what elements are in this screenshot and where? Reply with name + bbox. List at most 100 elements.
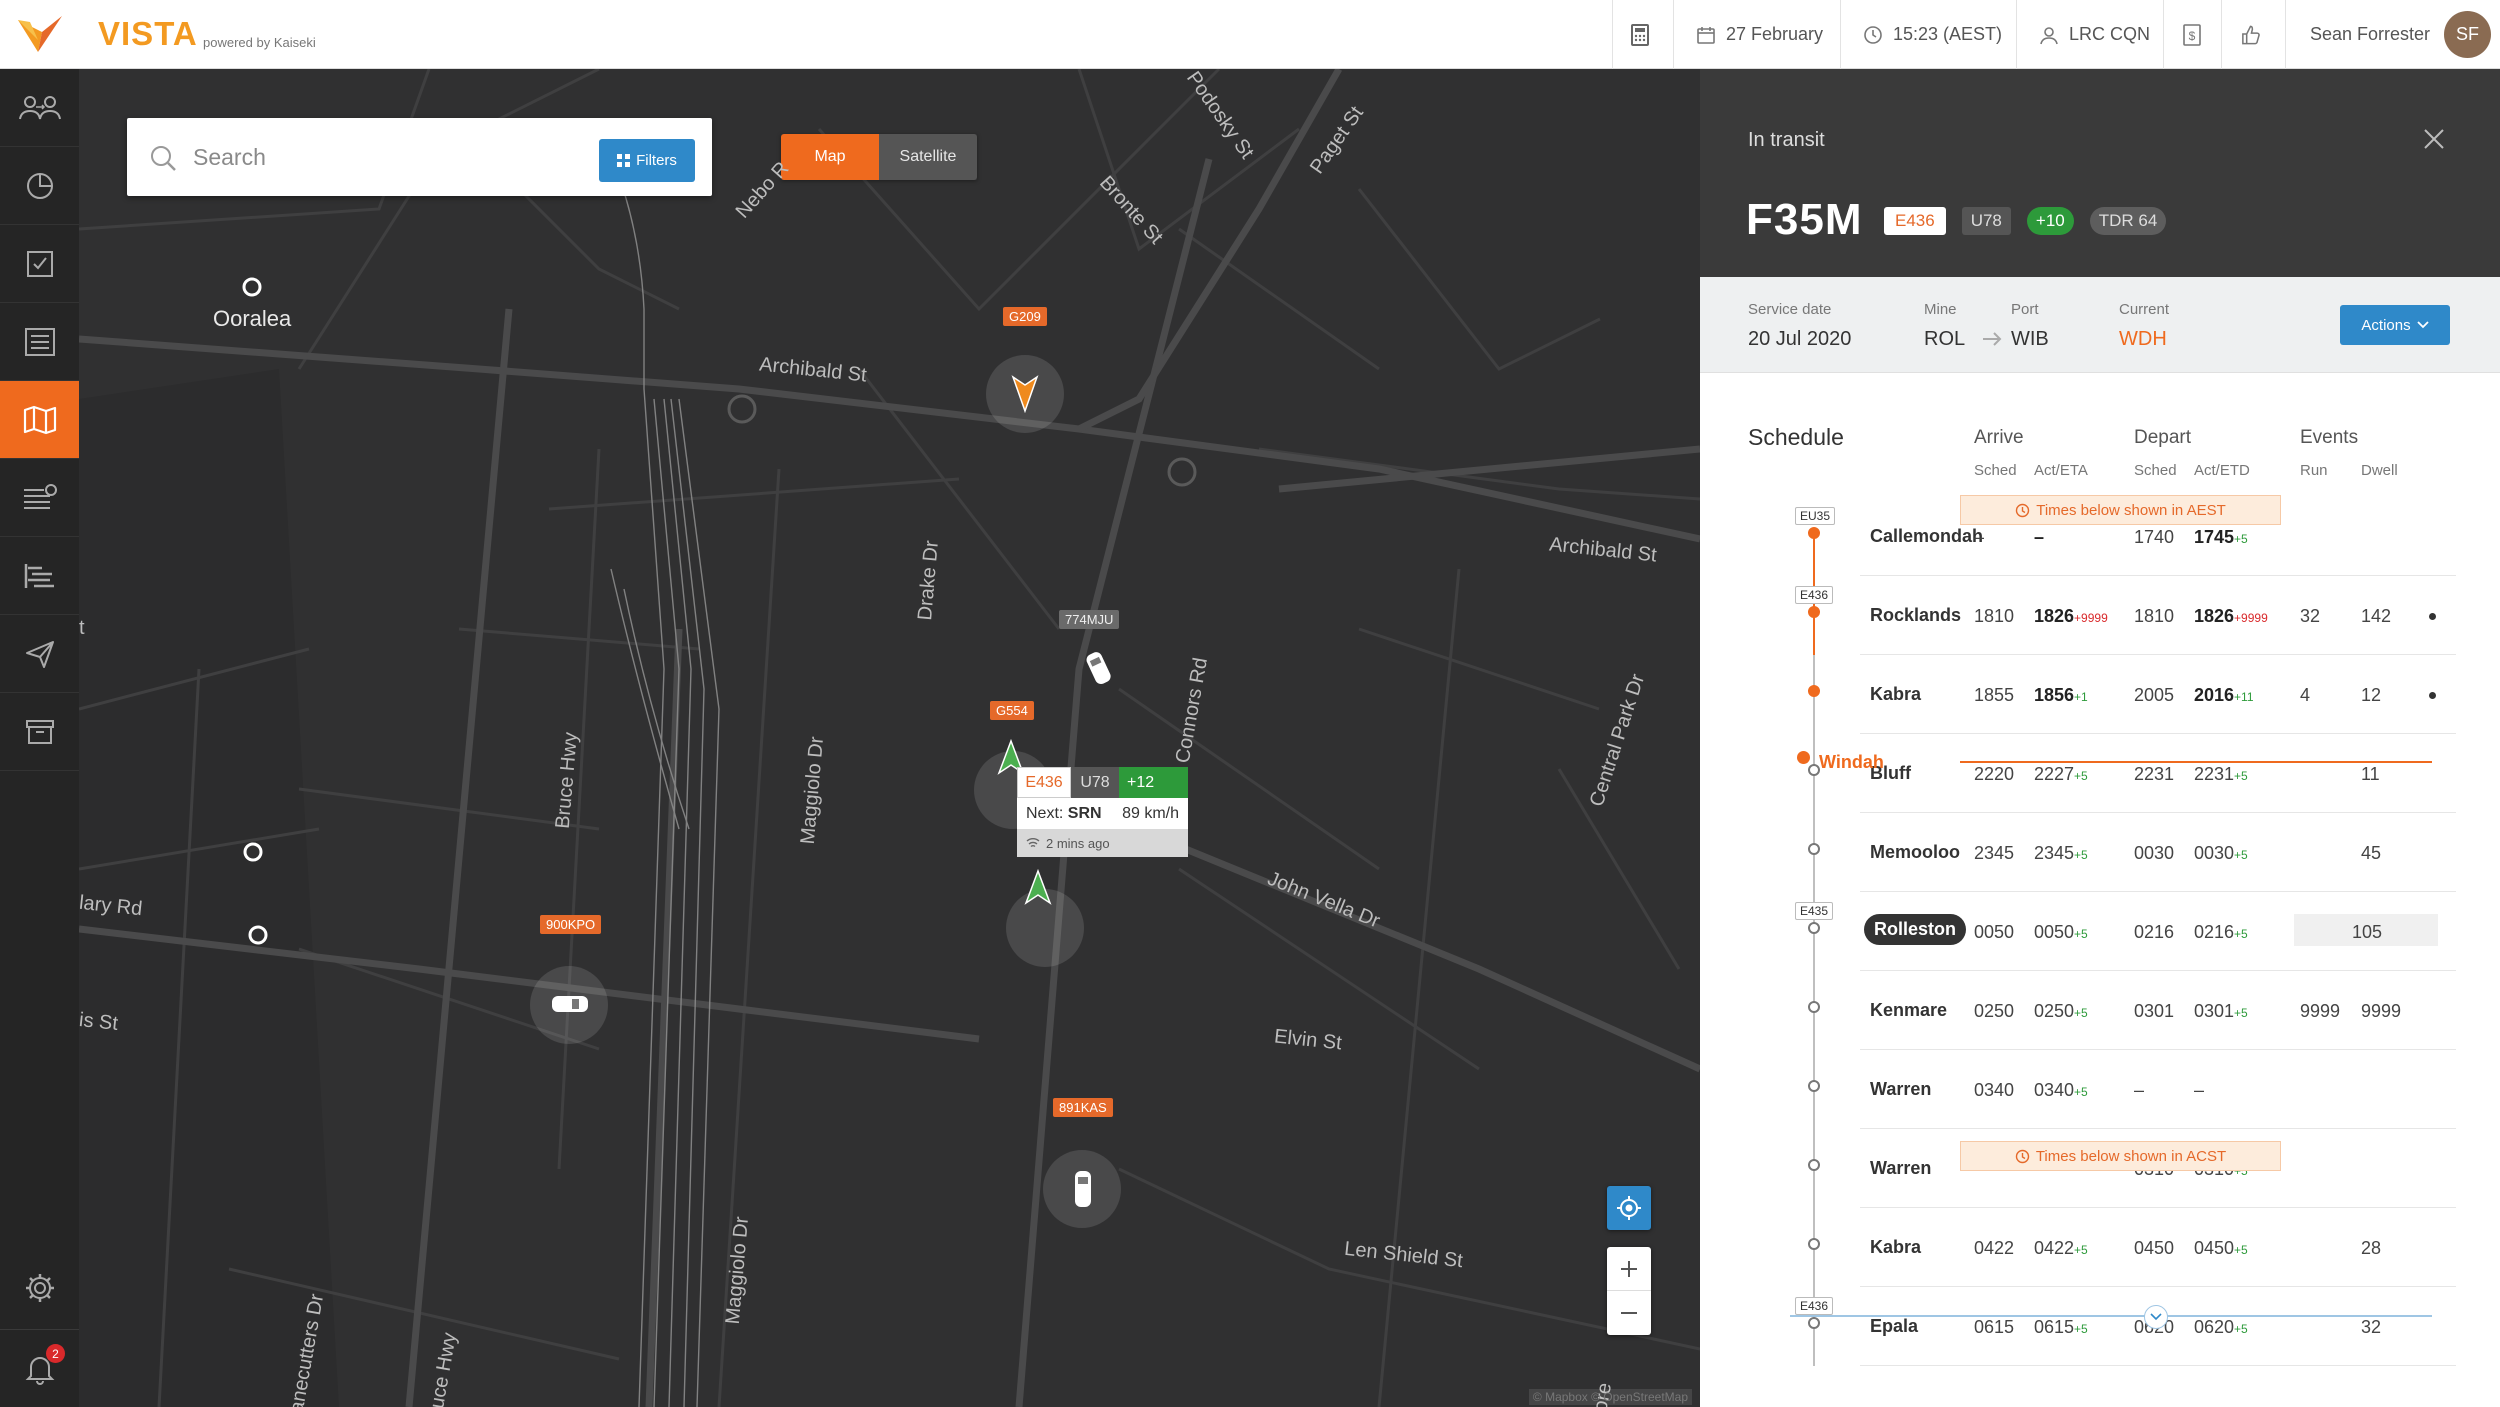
map-attribution[interactable]: © Mapbox © OpenStreetMap	[1528, 1389, 1692, 1405]
car-icon[interactable]	[1079, 644, 1119, 694]
people-icon	[18, 95, 61, 119]
events-header: Events	[2300, 427, 2359, 448]
car-icon[interactable]	[548, 988, 592, 1020]
date-picker[interactable]: 27 February	[1673, 0, 1845, 69]
arrive-actual: 1826+9999	[2034, 606, 2108, 626]
run-value: 9999	[2300, 1001, 2341, 1021]
arrive-actual: 0250+5	[2034, 1001, 2088, 1021]
station-dot	[1808, 606, 1820, 618]
search-input[interactable]	[193, 138, 593, 176]
car-icon[interactable]	[1067, 1167, 1099, 1211]
zoom-out-button[interactable]	[1607, 1291, 1651, 1335]
station-marker-icon[interactable]	[247, 924, 269, 946]
schedule-row[interactable]: Memooloo 2345 2345+5 0030 0030+5 45	[1778, 813, 2500, 892]
app-name: VISTA	[98, 15, 198, 52]
locate-button[interactable]	[1607, 1186, 1651, 1230]
event-dot[interactable]	[2429, 613, 2436, 620]
station-name: Memooloo	[1870, 842, 1960, 862]
nav-gantt[interactable]	[0, 537, 79, 615]
map-icon	[23, 405, 56, 434]
arrive-actual: 0340+5	[2034, 1080, 2088, 1100]
event-dot[interactable]	[2429, 692, 2436, 699]
service-info: Service date 20 Jul 2020 Mine ROL Port W…	[1700, 277, 2500, 373]
schedule-row[interactable]: Warren 0340 0340+5 – –	[1778, 1050, 2500, 1129]
schedule-row[interactable]: Bluff 2220 2227+5 2231 2231+5 11	[1778, 734, 2500, 813]
vehicle-tag[interactable]: G209	[1003, 307, 1047, 326]
depart-sched: 0301	[2134, 1001, 2175, 1021]
train-service-badge: E436	[1884, 207, 1946, 235]
port-value: WIB	[2011, 328, 2049, 350]
depart-actual: 1826+9999	[2194, 606, 2268, 626]
vehicle-tag[interactable]: G554	[990, 701, 1034, 720]
nav-archive[interactable]	[0, 693, 79, 771]
nav-send[interactable]	[0, 615, 79, 693]
map-view[interactable]: Filters Map Satellite Archibald St Archi…	[79, 69, 1700, 1407]
user-name: Sean Forrester	[2310, 24, 2431, 44]
map-view-button[interactable]: Map	[781, 134, 879, 180]
schedule-row[interactable]: Kabra 0422 0422+5 0450 0450+5 28	[1778, 1208, 2500, 1287]
depart-actual: 1745+5	[2194, 527, 2248, 547]
schedule-row[interactable]: Kabra 1855 1856+1 2005 2016+11 4 12	[1778, 655, 2500, 734]
nav-map[interactable]	[0, 381, 79, 459]
feedback-button[interactable]	[2221, 0, 2279, 69]
send-icon	[25, 640, 54, 668]
train-arrow-icon[interactable]	[1011, 373, 1039, 413]
satellite-view-button[interactable]: Satellite	[879, 134, 977, 180]
station-train-tag: EU35	[1795, 507, 1836, 525]
zoom-in-button[interactable]	[1607, 1247, 1651, 1291]
station-name: Kenmare	[1870, 1000, 1948, 1020]
popup-next-label: Next:	[1026, 804, 1064, 822]
zoom-controls	[1607, 1247, 1651, 1335]
depart-sched: 1810	[2134, 606, 2175, 626]
schedule-row[interactable]: Kenmare 0250 0250+5 0301 0301+5 9999 9999	[1778, 971, 2500, 1050]
depart-sched: –	[2134, 1080, 2145, 1100]
train-arrow-icon[interactable]	[1024, 869, 1052, 905]
vista-logo-icon	[18, 16, 62, 52]
checklist-icon	[26, 250, 53, 277]
nav-settings[interactable]	[0, 1249, 79, 1327]
dwell-value: 12	[2361, 685, 2382, 705]
nav-list-clock[interactable]	[0, 459, 79, 537]
actions-button[interactable]: Actions	[2340, 305, 2450, 345]
calculator-button[interactable]	[1612, 0, 1667, 69]
location-selector[interactable]: LRC CQN	[2016, 0, 2172, 69]
station-name: Rolleston	[1864, 914, 1967, 945]
train-detail-panel: In transit F35M E436 U78 +10 TDR 64 Serv…	[1700, 69, 2500, 1407]
depart-sched: 2231	[2134, 764, 2175, 784]
vehicle-tag[interactable]: 774MJU	[1059, 610, 1120, 629]
station-dot	[1808, 685, 1820, 697]
arrow-right-icon	[1983, 332, 2002, 346]
filters-button[interactable]: Filters	[599, 139, 695, 182]
station-marker-icon[interactable]	[242, 841, 264, 863]
depart-actual: 0450+5	[2194, 1238, 2248, 1258]
chevron-down-icon	[2416, 321, 2429, 329]
arrive-sched: 0615	[1974, 1317, 2015, 1337]
schedule-row[interactable]: E435 Rolleston 0050 0050+5 0216 0216+5 105	[1778, 892, 2500, 971]
nav-checklist[interactable]	[0, 225, 79, 303]
train-popup[interactable]: E436 U78 +12 Next: SRN 89 km/h 2 mins ag…	[1017, 767, 1188, 857]
nav-notifications[interactable]: 2	[0, 1329, 79, 1407]
popup-next-station: SRN	[1067, 804, 1102, 822]
user-menu[interactable]: Sean Forrester SF	[2285, 0, 2492, 69]
station-name: Rocklands	[1870, 605, 1962, 625]
popup-loco: U78	[1071, 767, 1119, 798]
arrive-sched: 0250	[1974, 1001, 2015, 1021]
schedule-row[interactable]: E436Epala06150615+506200620+532	[1778, 1287, 2500, 1366]
scroll-more-button[interactable]	[2144, 1305, 2168, 1329]
depart-sched: 2005	[2134, 685, 2175, 705]
schedule-row[interactable]: E436 Rocklands 1810 1826+9999 1810 1826+9999 3…	[1778, 576, 2500, 655]
calendar-icon	[1697, 26, 1715, 44]
mine-label: Mine	[1924, 301, 1957, 318]
time-zone-selector[interactable]: 15:23 (AEST)	[1840, 0, 2024, 69]
vehicle-tag[interactable]: 891KAS	[1053, 1098, 1113, 1117]
arrive-sched: –	[1974, 527, 1985, 547]
depart-actual: 2016+11	[2194, 685, 2254, 705]
row-divider	[1860, 1365, 2456, 1366]
schedule-row[interactable]: EU35 Callemondah – –1740 1745+5	[1778, 497, 2500, 576]
dollar-button[interactable]: $	[2163, 0, 2221, 69]
close-icon[interactable]	[2420, 125, 2448, 153]
nav-people[interactable]	[0, 69, 79, 147]
nav-schedule[interactable]	[0, 303, 79, 381]
nav-dashboard[interactable]	[0, 147, 79, 225]
vehicle-tag[interactable]: 900KPO	[540, 915, 602, 934]
